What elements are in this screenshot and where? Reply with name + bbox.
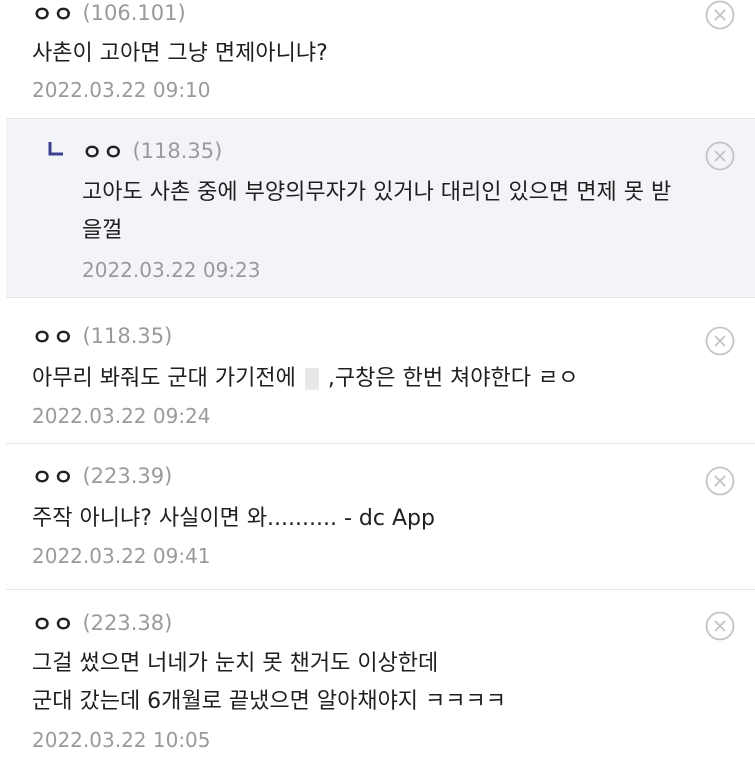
comment-text-before-mask: 아무리 봐줘도 군대 가기전에 [32, 366, 296, 391]
comment-item: ㅇㅇ (223.39) 주작 아니냐? 사실이면 와.......... - d… [6, 444, 755, 590]
comment-text-after-mask: ,구창은 한번 쳐야한다 ㄹㅇ [327, 366, 579, 391]
comment-date: 2022.03.22 09:24 [32, 404, 211, 428]
close-circle-icon[interactable] [705, 0, 735, 30]
author-ip: (118.35) [132, 139, 223, 163]
comment-item: ㅇㅇ (118.35) 아무리 봐줘도 군대 가기전에 ,구창은 한번 쳐야한다… [6, 298, 755, 444]
comment-date: 2022.03.22 09:23 [82, 258, 261, 282]
comment-text-line-2: 군대 갔는데 6개월로 끝냈으면 알아채야지 ㅋㅋㅋㅋ [32, 689, 507, 714]
comment-list: ㅇㅇ (106.101) 사촌이 고아면 그냥 면제아니냐? 2022.03.2… [0, 0, 755, 759]
comment-author: ㅇㅇ (106.101) [32, 0, 186, 28]
masked-text [304, 368, 319, 390]
reply-comment-item: ㅇㅇ (118.35) 고아도 사촌 중에 부양의무자가 있거나 대리인 있으면… [6, 119, 755, 298]
author-nickname[interactable]: ㅇㅇ [32, 0, 74, 29]
comment-date: 2022.03.22 10:05 [32, 728, 211, 752]
close-circle-icon[interactable] [705, 611, 735, 641]
comment-text-line-1: 그걸 썼으면 너네가 눈치 못 챈거도 이상한데 [32, 651, 439, 676]
close-circle-icon[interactable] [705, 466, 735, 496]
comment-author: ㅇㅇ (118.35) [82, 136, 222, 166]
comment-date: 2022.03.22 09:10 [32, 78, 211, 102]
comment-author: ㅇㅇ (223.39) [32, 461, 172, 491]
comment-text-line-2: 을껄 [82, 218, 123, 243]
comment-date: 2022.03.22 09:41 [32, 544, 211, 568]
author-nickname[interactable]: ㅇㅇ [82, 135, 124, 167]
author-nickname[interactable]: ㅇㅇ [32, 320, 74, 352]
comment-item: ㅇㅇ (106.101) 사촌이 고아면 그냥 면제아니냐? 2022.03.2… [6, 0, 755, 119]
comment-text: 주작 아니냐? 사실이면 와.......... - dc App [32, 506, 435, 531]
comment-author: ㅇㅇ (223.38) [32, 608, 172, 638]
author-ip: (118.35) [82, 324, 173, 348]
comment-text: 아무리 봐줘도 군대 가기전에 ,구창은 한번 쳐야한다 ㄹㅇ [32, 361, 579, 397]
comment-text: 사촌이 고아면 그냥 면제아니냐? [32, 41, 328, 66]
close-circle-icon[interactable] [705, 326, 735, 356]
author-nickname[interactable]: ㅇㅇ [32, 460, 74, 492]
reply-arrow-icon [48, 142, 63, 156]
comment-item: ㅇㅇ (223.38) 그걸 썼으면 너네가 눈치 못 챈거도 이상한데 군대 … [6, 590, 755, 759]
author-nickname[interactable]: ㅇㅇ [32, 607, 74, 639]
author-ip: (223.38) [82, 611, 173, 635]
comment-text-line-1: 고아도 사촌 중에 부양의무자가 있거나 대리인 있으면 면제 못 받 [82, 180, 672, 205]
close-circle-icon[interactable] [705, 141, 735, 171]
author-ip: (106.101) [82, 1, 186, 25]
author-ip: (223.39) [82, 464, 173, 488]
comment-author: ㅇㅇ (118.35) [32, 321, 172, 351]
